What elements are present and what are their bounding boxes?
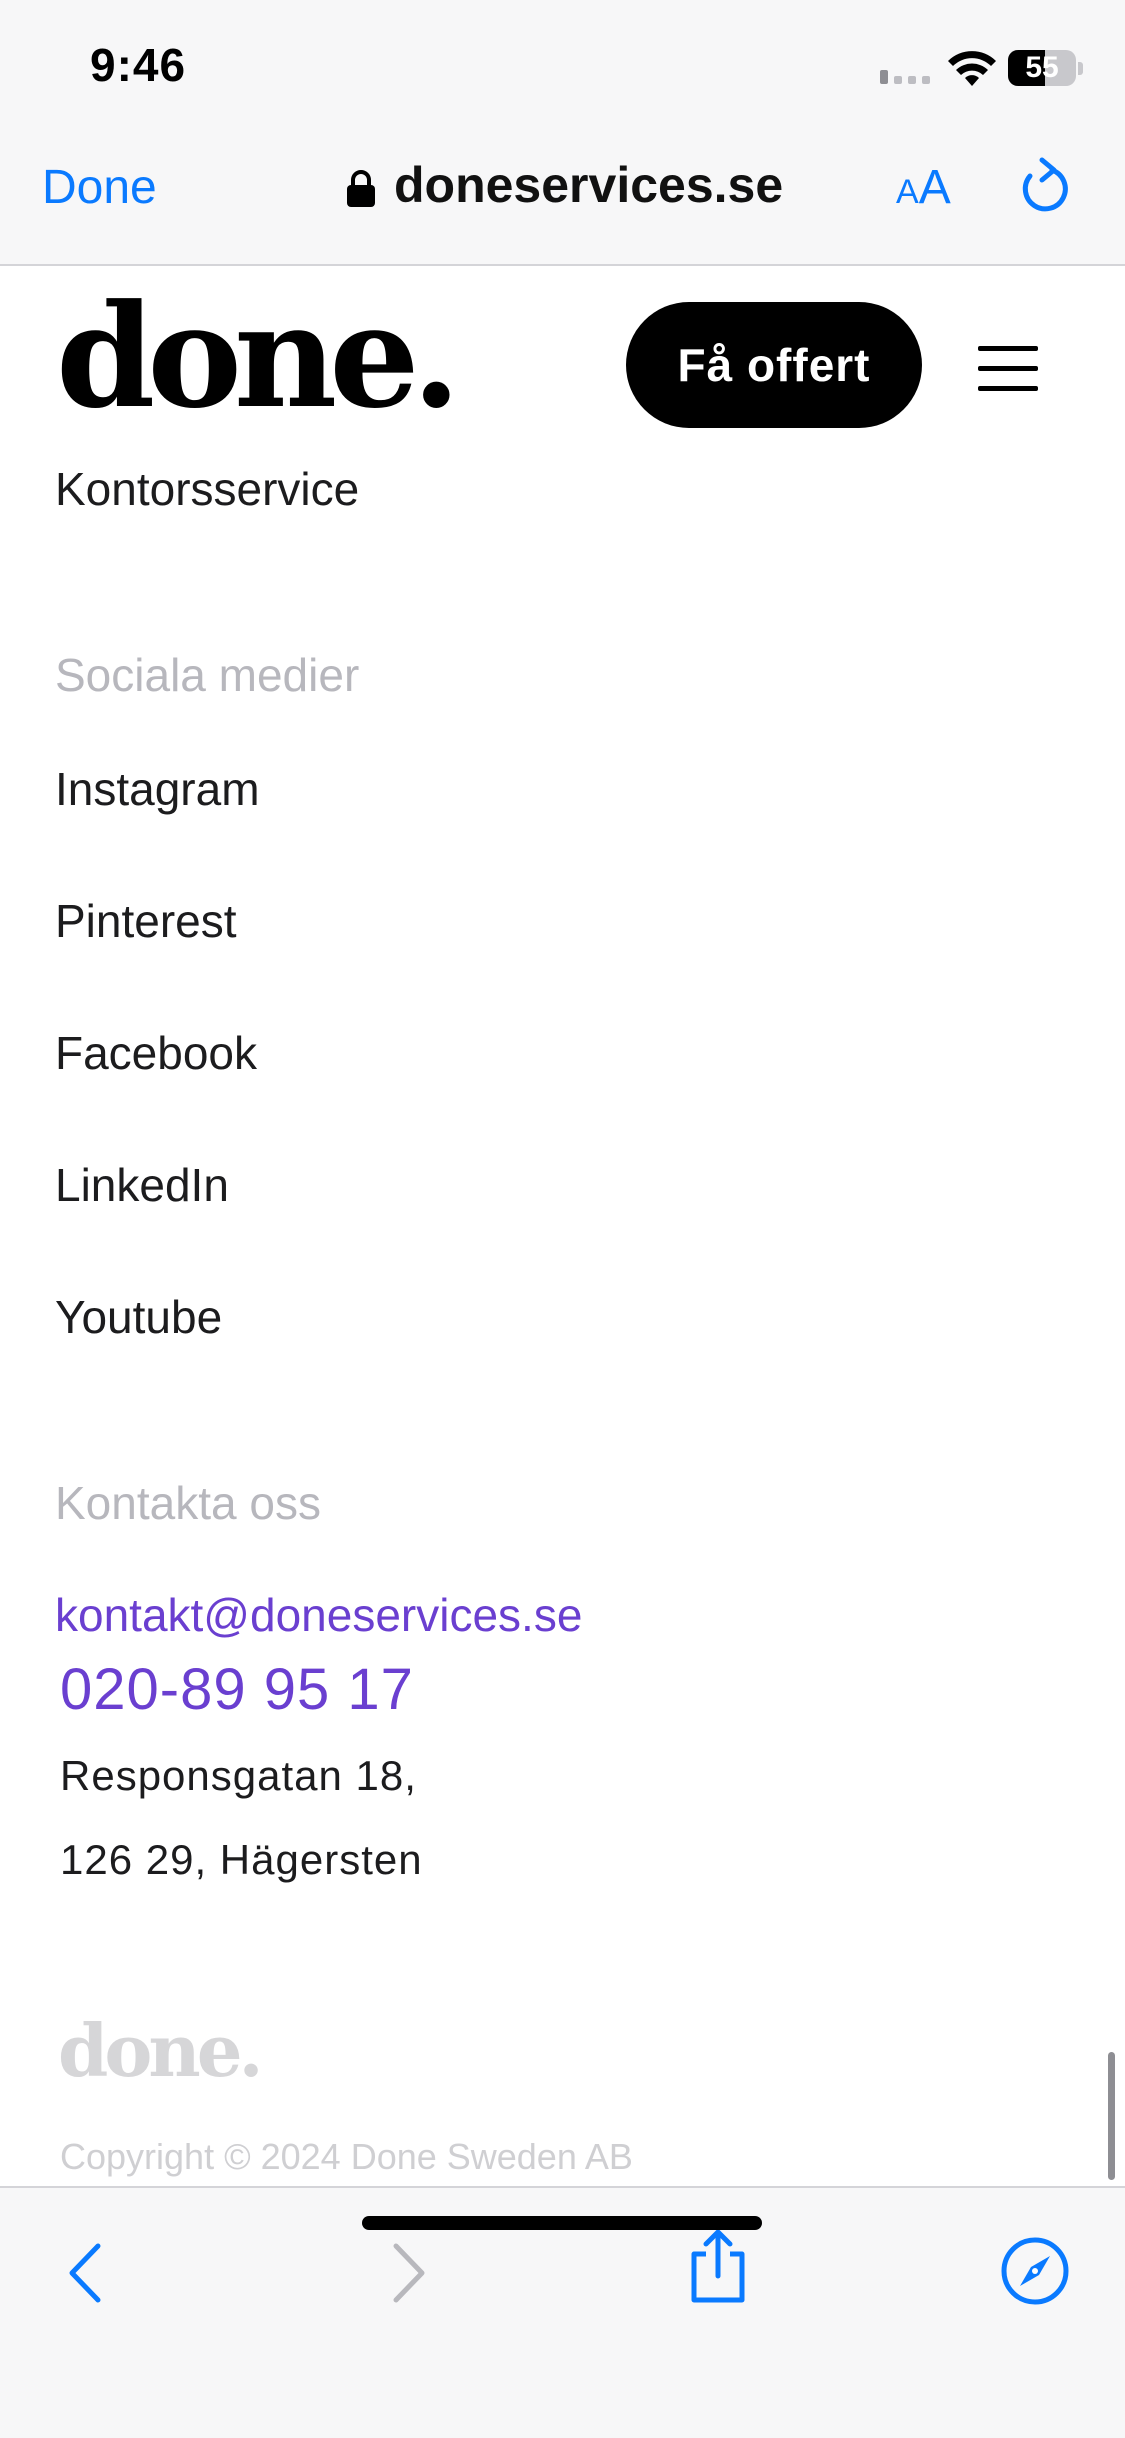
social-link-instagram[interactable]: Instagram <box>55 762 260 816</box>
social-link-pinterest[interactable]: Pinterest <box>55 894 237 948</box>
battery-nub <box>1078 62 1083 75</box>
wifi-icon <box>948 51 996 86</box>
share-icon[interactable] <box>686 2228 750 2304</box>
browser-top-bar: Done doneservices.se AA <box>0 120 1125 266</box>
lock-icon <box>347 170 375 207</box>
address-line-2: 126 29, Hägersten <box>60 1836 423 1883</box>
reload-icon[interactable] <box>1016 156 1072 216</box>
compass-icon[interactable] <box>1000 2236 1070 2306</box>
battery-icon: 55 <box>1008 50 1076 86</box>
footer-link-kontorsservice[interactable]: Kontorsservice <box>55 462 359 516</box>
back-icon[interactable] <box>66 2242 106 2304</box>
text-size-large-glyph: A <box>918 161 951 214</box>
contact-email-link[interactable]: kontakt@doneservices.se <box>55 1588 582 1642</box>
copyright-text: Copyright © 2024 Done Sweden AB <box>60 2136 633 2177</box>
footer-logo: done. <box>58 2008 264 2093</box>
social-link-linkedin[interactable]: LinkedIn <box>55 1158 229 1212</box>
forward-icon[interactable] <box>388 2242 428 2304</box>
site-logo[interactable]: done. <box>56 286 461 428</box>
status-bar: 9:46 55 <box>0 0 1125 120</box>
status-time: 9:46 <box>90 39 187 91</box>
menu-icon[interactable] <box>978 346 1038 392</box>
done-button[interactable]: Done <box>42 160 157 215</box>
text-size-button[interactable]: AA <box>896 160 951 215</box>
contact-phone-link[interactable]: 020-89 95 17 <box>60 1656 414 1723</box>
contact-heading: Kontakta oss <box>55 1477 321 1529</box>
scrollbar[interactable] <box>1108 2052 1115 2180</box>
social-link-facebook[interactable]: Facebook <box>55 1026 257 1080</box>
battery-level: 55 <box>1025 51 1059 84</box>
home-indicator <box>362 2216 762 2230</box>
text-size-small-glyph: A <box>896 173 919 211</box>
get-quote-button[interactable]: Få offert <box>626 302 922 428</box>
cellular-signal-icon <box>880 70 932 84</box>
address-line-1: Responsgatan 18, <box>60 1752 417 1799</box>
social-link-youtube[interactable]: Youtube <box>55 1290 222 1344</box>
social-heading: Sociala medier <box>55 649 360 701</box>
address-url[interactable]: doneservices.se <box>394 156 783 214</box>
